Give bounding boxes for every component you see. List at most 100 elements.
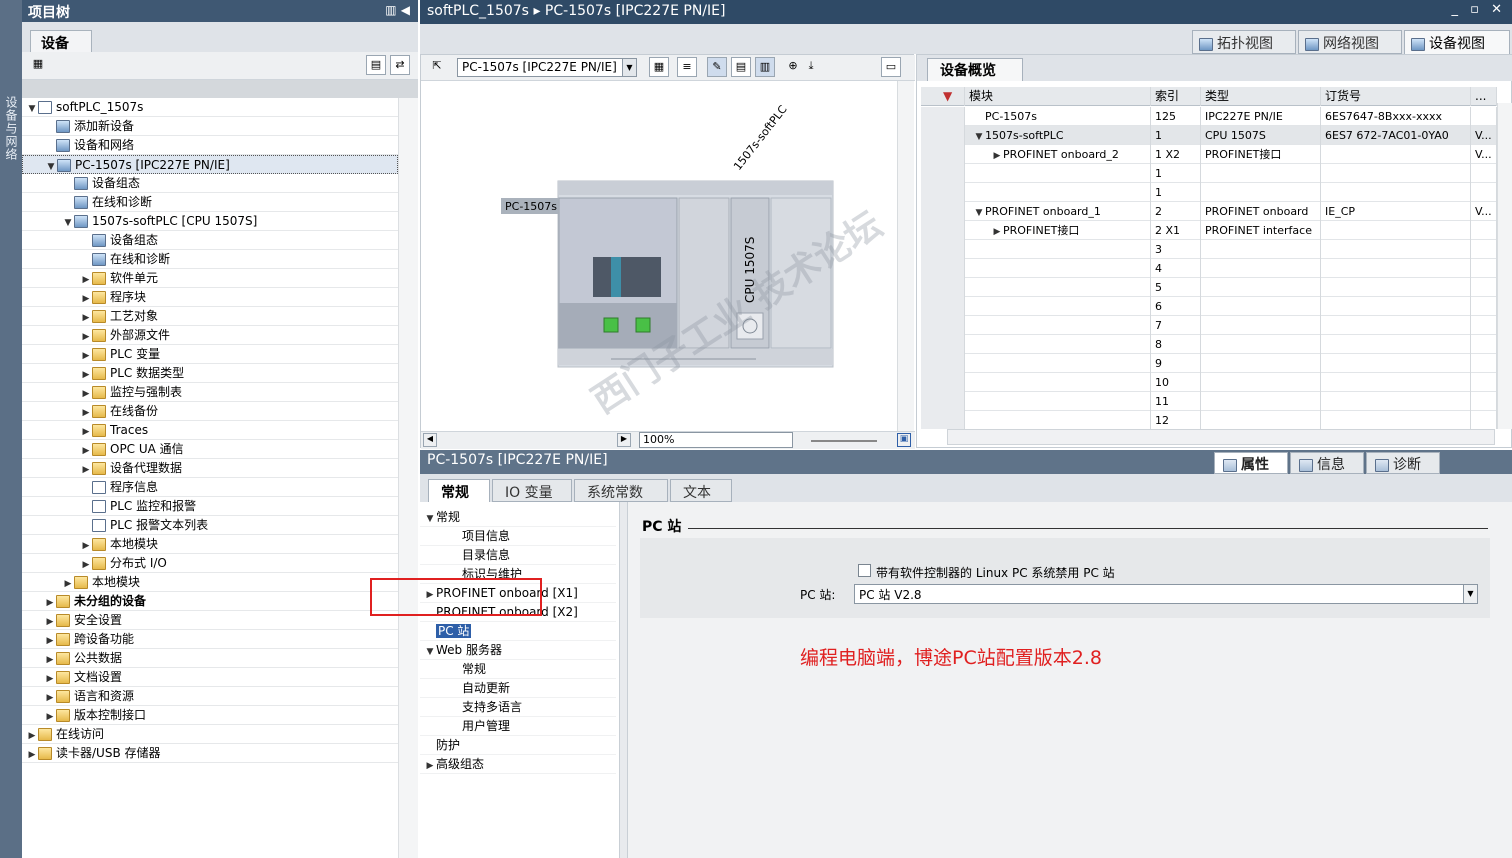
new-item-icon[interactable]: ▦ — [28, 55, 48, 75]
table-row[interactable]: PC-1507s 125 IPC227E PN/IE 6ES7647-8Bxxx-xx… — [921, 107, 1497, 126]
tree-item[interactable]: ▶ Traces — [22, 421, 398, 440]
layout-icon[interactable]: ▤ — [731, 57, 751, 77]
side-strip[interactable]: 设备与网络 — [0, 0, 22, 858]
empty-slot[interactable] — [678, 197, 730, 349]
collapsed-arrow-icon[interactable]: ▶ — [991, 223, 1003, 240]
tree-item[interactable]: ▶ 读卡器/USB 存储器 — [22, 744, 398, 763]
table-row[interactable]: ▶ PROFINET onboard_2 1 X2 PROFINET接口 V... — [921, 145, 1497, 164]
nav-item[interactable]: 防护 — [420, 736, 616, 755]
tree-item[interactable]: ▶ 在线备份 — [22, 402, 398, 421]
tree-item[interactable]: 添加新设备 — [22, 117, 398, 136]
filter-icon[interactable]: ▼ — [939, 87, 965, 106]
module-cell[interactable] — [965, 278, 1151, 297]
module-cell[interactable] — [965, 240, 1151, 259]
sync-icon[interactable]: ⇄ — [390, 55, 410, 75]
tree-item[interactable]: ▶ 监控与强制表 — [22, 383, 398, 402]
tree-item[interactable]: 设备组态 — [22, 174, 398, 193]
module-cell[interactable] — [965, 335, 1151, 354]
tab-devices[interactable]: 设备 — [30, 30, 92, 52]
device-selector[interactable]: PC-1507s [IPC227E PN/IE] ▼ — [457, 58, 637, 77]
window-controls[interactable]: _ ▫ ✕ — [1452, 2, 1506, 17]
column-header[interactable]: 订货号 — [1321, 87, 1471, 106]
tree-item[interactable]: ▶ PLC 数据类型 — [22, 364, 398, 383]
tree-item[interactable]: ▶ 公共数据 — [22, 649, 398, 668]
nav-item[interactable]: ▶ 高级组态 — [420, 755, 616, 774]
tree-item[interactable]: ▶ 文档设置 — [22, 668, 398, 687]
module-cell[interactable] — [965, 259, 1151, 278]
nav-item[interactable]: 用户管理 — [420, 717, 616, 736]
module-cell[interactable] — [965, 373, 1151, 392]
overview-vscroll[interactable] — [1497, 103, 1512, 429]
tree-item[interactable]: 设备组态 — [22, 231, 398, 250]
table-row[interactable]: 3 — [921, 240, 1497, 259]
grid-icon[interactable]: ▦ — [649, 57, 669, 77]
tab-device-view[interactable]: 设备视图 — [1404, 30, 1510, 54]
scroll-right-icon[interactable]: ▶ — [617, 433, 631, 447]
collapsed-arrow-icon[interactable]: ▶ — [991, 147, 1003, 164]
tree-item[interactable]: ▶ 未分组的设备 — [22, 592, 398, 611]
port-icon[interactable] — [603, 317, 619, 333]
module-cell[interactable] — [965, 354, 1151, 373]
module-cell[interactable]: ▶ PROFINET onboard_2 — [965, 145, 1151, 164]
nav-item[interactable]: 自动更新 — [420, 679, 616, 698]
tab-general[interactable]: 常规 — [428, 479, 490, 502]
tab-texts[interactable]: 文本 — [670, 479, 732, 502]
column-header[interactable]: ... — [1471, 87, 1497, 106]
collapsed-arrow-icon[interactable]: ▶ — [424, 757, 436, 776]
tree-item[interactable]: ▶ 在线访问 — [22, 725, 398, 744]
tab-system-constants[interactable]: 系统常数 — [574, 479, 668, 502]
download-icon[interactable]: ⤓ — [801, 57, 821, 77]
tree-item[interactable]: ▶ OPC UA 通信 — [22, 440, 398, 459]
table-row[interactable]: 6 — [921, 297, 1497, 316]
nav-item[interactable]: PC 站 — [420, 622, 616, 641]
column-header[interactable]: 模块 — [965, 87, 1151, 106]
tab-topology-view[interactable]: 拓扑视图 — [1192, 30, 1296, 54]
device-view-vscroll[interactable] — [897, 81, 914, 431]
module-cell[interactable] — [965, 411, 1151, 429]
table-row[interactable]: ▶ PROFINET接口 2 X1 PROFINET interface — [921, 221, 1497, 240]
name-icon[interactable]: ≡ — [677, 57, 697, 77]
module-cell[interactable] — [965, 392, 1151, 411]
tree-item[interactable]: ▶ 安全设置 — [22, 611, 398, 630]
tree-item[interactable]: ▼ PC-1507s [IPC227E PN/IE] — [22, 155, 398, 174]
table-row[interactable]: 7 — [921, 316, 1497, 335]
project-tree-scrollbar[interactable] — [398, 98, 418, 858]
table-row[interactable]: 4 — [921, 259, 1497, 278]
zoom-icon[interactable]: ⊕ — [783, 57, 803, 77]
tree-item[interactable]: ▶ 本地模块 — [22, 535, 398, 554]
module-cell[interactable] — [965, 183, 1151, 202]
module-cell[interactable]: ▶ PROFINET接口 — [965, 221, 1151, 240]
table-icon[interactable]: ▥ — [755, 57, 775, 77]
empty-slot[interactable] — [770, 197, 832, 349]
tree-item[interactable]: ▶ 跨设备功能 — [22, 630, 398, 649]
module-cell[interactable]: ▼ PROFINET onboard_1 — [965, 202, 1151, 221]
zoom-slider[interactable] — [811, 440, 877, 442]
nav-item[interactable]: 项目信息 — [420, 527, 616, 546]
disable-pc-station-checkbox[interactable] — [858, 564, 871, 577]
tree-item[interactable]: PLC 报警文本列表 — [22, 516, 398, 535]
tree-item[interactable]: PLC 监控和报警 — [22, 497, 398, 516]
tree-item[interactable]: ▶ PLC 变量 — [22, 345, 398, 364]
tree-item[interactable]: ▶ 版本控制接口 — [22, 706, 398, 725]
module-cell[interactable]: PC-1507s — [965, 107, 1151, 126]
tab-io-tags[interactable]: IO 变量 — [492, 479, 572, 502]
table-row[interactable]: 8 — [921, 335, 1497, 354]
tree-item[interactable]: ▶ 工艺对象 — [22, 307, 398, 326]
properties-splitter[interactable] — [620, 502, 628, 858]
column-header[interactable]: 索引 — [1151, 87, 1201, 106]
pin-icon[interactable]: ⇱ — [427, 57, 447, 77]
draw-icon[interactable]: ✎ — [707, 57, 727, 77]
module-cell[interactable]: ▼ 1507s-softPLC — [965, 126, 1151, 145]
tree-item[interactable]: ▶ 外部源文件 — [22, 326, 398, 345]
nav-item[interactable]: 常规 — [420, 660, 616, 679]
tree-item[interactable]: ▶ 设备代理数据 — [22, 459, 398, 478]
tab-properties[interactable]: 属性 — [1214, 452, 1288, 474]
nav-item[interactable]: 目录信息 — [420, 546, 616, 565]
port-icon[interactable] — [635, 317, 651, 333]
tab-device-overview[interactable]: 设备概览 — [927, 58, 1023, 81]
tree-item[interactable]: ▶ 程序块 — [22, 288, 398, 307]
collapsed-arrow-icon[interactable]: ▶ — [26, 746, 38, 765]
module-cell[interactable] — [965, 297, 1151, 316]
table-row[interactable]: 10 — [921, 373, 1497, 392]
tree-item[interactable]: ▼ 1507s-softPLC [CPU 1507S] — [22, 212, 398, 231]
